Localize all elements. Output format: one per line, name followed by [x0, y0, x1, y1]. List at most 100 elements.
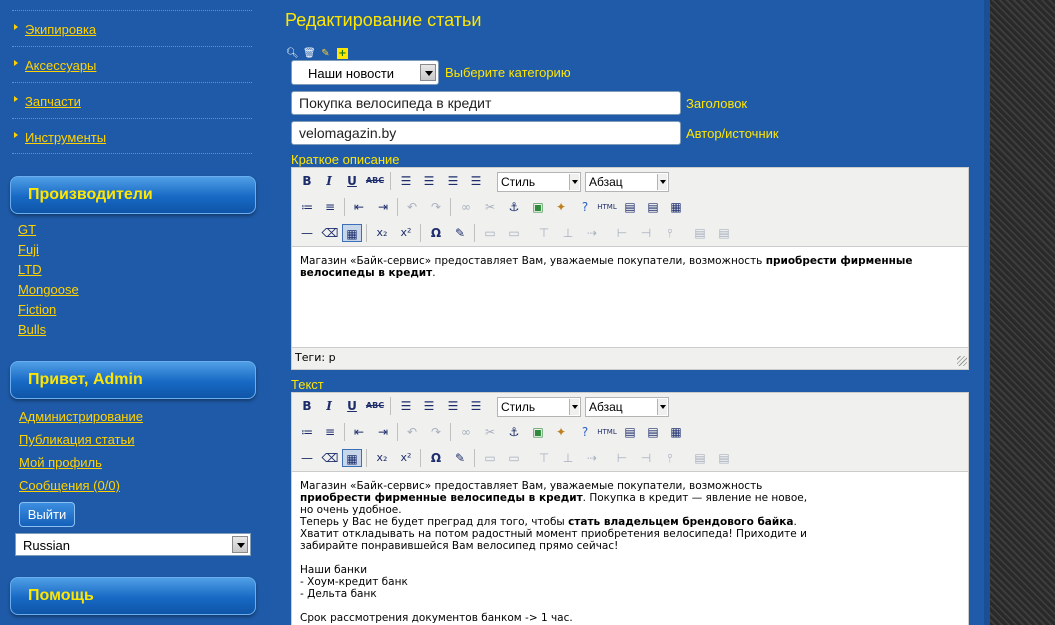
pencil-icon[interactable]: ✎ [320, 48, 331, 59]
cell-props-icon[interactable]: ▭ [504, 449, 524, 467]
cleanup-icon[interactable]: ✦ [551, 423, 571, 441]
edit-icon[interactable]: ✎ [450, 224, 470, 242]
row-after-icon[interactable]: ⊥ [558, 449, 578, 467]
admin-link-publish[interactable]: Публикация статьи [19, 428, 143, 451]
bold-icon[interactable]: B [297, 397, 317, 415]
format-select[interactable]: Абзац [585, 397, 669, 417]
undo-icon[interactable]: ↶ [402, 423, 422, 441]
row-delete-icon[interactable]: ⇢ [582, 224, 602, 242]
underline-icon[interactable]: U [342, 172, 362, 190]
eraser-icon[interactable]: ⌫ [320, 224, 340, 242]
maker-link[interactable]: Fuji [18, 240, 79, 260]
category-link[interactable]: Экипировка [25, 22, 96, 37]
align-right-icon[interactable]: ☰ [443, 397, 463, 415]
chevron-down-icon[interactable] [420, 64, 436, 81]
maker-link[interactable]: Fiction [18, 300, 79, 320]
paste-word-icon[interactable]: ▦ [666, 198, 686, 216]
paste-icon[interactable]: ▤ [620, 198, 640, 216]
bold-icon[interactable]: B [297, 172, 317, 190]
col-delete-icon[interactable]: ⫯ [660, 224, 680, 242]
image-icon[interactable]: ▣ [528, 423, 548, 441]
html-icon[interactable]: HTML [597, 198, 617, 216]
category-select[interactable]: Наши новости [291, 60, 439, 85]
anchor-icon[interactable]: ⚓ [504, 423, 524, 441]
anchor-icon[interactable]: ⚓ [504, 198, 524, 216]
col-before-icon[interactable]: ⊢ [612, 224, 632, 242]
admin-link-profile[interactable]: Мой профиль [19, 451, 143, 474]
chevron-down-icon[interactable] [569, 399, 579, 415]
redo-icon[interactable]: ↷ [426, 198, 446, 216]
strike-icon[interactable]: ABC [365, 172, 385, 190]
language-select[interactable]: Russian [15, 533, 251, 556]
help-icon[interactable]: ? [575, 423, 595, 441]
unlink-icon[interactable]: ✂ [480, 423, 500, 441]
eraser-icon[interactable]: ⌫ [320, 449, 340, 467]
number-list-icon[interactable]: ≡ [320, 198, 340, 216]
help-icon[interactable]: ? [575, 198, 595, 216]
chevron-down-icon[interactable] [657, 399, 667, 415]
row-after-icon[interactable]: ⊥ [558, 224, 578, 242]
undo-icon[interactable]: ↶ [402, 198, 422, 216]
subscript-icon[interactable]: x₂ [372, 224, 392, 242]
paste-icon[interactable]: ▤ [620, 423, 640, 441]
category-link[interactable]: Запчасти [25, 94, 81, 109]
merge-icon[interactable]: ▤ [690, 449, 710, 467]
align-center-icon[interactable]: ☰ [419, 397, 439, 415]
subscript-icon[interactable]: x₂ [372, 449, 392, 467]
omega-icon[interactable]: Ω [426, 449, 446, 467]
logout-button[interactable]: Выйти [19, 502, 75, 527]
chevron-down-icon[interactable] [657, 174, 667, 190]
merge-icon[interactable]: ▤ [690, 224, 710, 242]
style-select[interactable]: Стиль [497, 172, 581, 192]
unlink-icon[interactable]: ✂ [480, 198, 500, 216]
hr-icon[interactable]: — [297, 449, 317, 467]
indent-icon[interactable]: ⇥ [373, 423, 393, 441]
category-link[interactable]: Инструменты [25, 130, 106, 145]
col-after-icon[interactable]: ⊣ [636, 224, 656, 242]
underline-icon[interactable]: U [342, 397, 362, 415]
row-insert-icon[interactable]: ⊤ [534, 449, 554, 467]
table-props-icon[interactable]: ▭ [480, 449, 500, 467]
align-center-icon[interactable]: ☰ [419, 172, 439, 190]
paste-word-icon[interactable]: ▦ [666, 423, 686, 441]
superscript-icon[interactable]: x² [396, 224, 416, 242]
italic-icon[interactable]: I [319, 172, 339, 190]
edit-icon[interactable]: ✎ [450, 449, 470, 467]
bullet-list-icon[interactable]: ≔ [297, 198, 317, 216]
row-insert-icon[interactable]: ⊤ [534, 224, 554, 242]
chevron-down-icon[interactable] [569, 174, 579, 190]
omega-icon[interactable]: Ω [426, 224, 446, 242]
justify-icon[interactable]: ☰ [466, 397, 486, 415]
image-icon[interactable]: ▣ [528, 198, 548, 216]
maker-link[interactable]: LTD [18, 260, 79, 280]
justify-icon[interactable]: ☰ [466, 172, 486, 190]
cleanup-icon[interactable]: ✦ [551, 198, 571, 216]
paste-text-icon[interactable]: ▤ [643, 423, 663, 441]
bullet-list-icon[interactable]: ≔ [297, 423, 317, 441]
col-after-icon[interactable]: ⊣ [636, 449, 656, 467]
indent-icon[interactable]: ⇥ [373, 198, 393, 216]
align-right-icon[interactable]: ☰ [443, 172, 463, 190]
strike-icon[interactable]: ABC [365, 397, 385, 415]
cell-props-icon[interactable]: ▭ [504, 224, 524, 242]
row-delete-icon[interactable]: ⇢ [582, 449, 602, 467]
link-icon[interactable]: ∞ [456, 198, 476, 216]
author-input[interactable]: velomagazin.by [291, 121, 681, 145]
col-delete-icon[interactable]: ⫯ [660, 449, 680, 467]
col-before-icon[interactable]: ⊢ [612, 449, 632, 467]
maker-link[interactable]: Bulls [18, 320, 79, 340]
align-left-icon[interactable]: ☰ [396, 172, 416, 190]
trash-icon[interactable]: 🗑︎ [303, 48, 316, 59]
outdent-icon[interactable]: ⇤ [349, 198, 369, 216]
chevron-down-icon[interactable] [232, 536, 248, 553]
category-link[interactable]: Аксессуары [25, 58, 96, 73]
maker-link[interactable]: Mongoose [18, 280, 79, 300]
add-icon[interactable]: + [337, 48, 348, 59]
number-list-icon[interactable]: ≡ [320, 423, 340, 441]
outdent-icon[interactable]: ⇤ [349, 423, 369, 441]
search-icon[interactable]: 🔍︎ [286, 48, 299, 59]
italic-icon[interactable]: I [319, 397, 339, 415]
split-icon[interactable]: ▤ [714, 224, 734, 242]
headline-input[interactable]: Покупка велосипеда в кредит [291, 91, 681, 115]
admin-link-administration[interactable]: Администрирование [19, 405, 143, 428]
